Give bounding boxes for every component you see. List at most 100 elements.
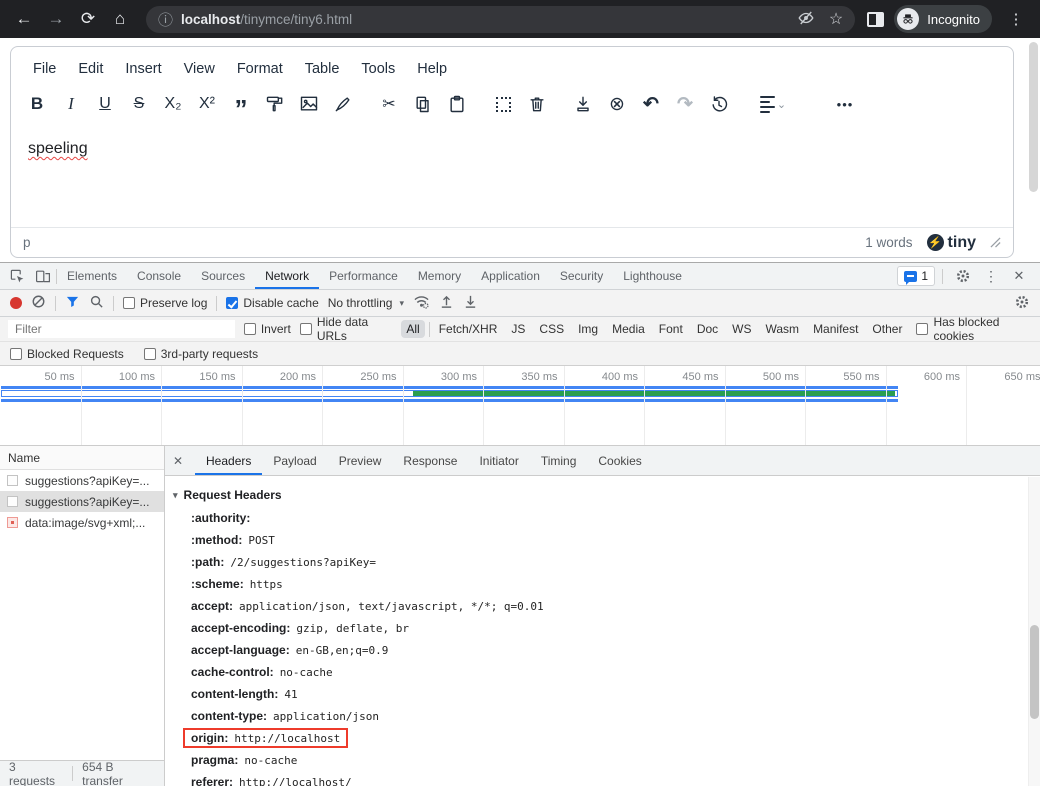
filter-type-media[interactable]: Media — [607, 320, 650, 338]
blockquote-icon[interactable]: ” — [227, 91, 255, 117]
menu-table[interactable]: Table — [297, 57, 348, 81]
image-icon[interactable] — [295, 91, 323, 117]
name-column-header[interactable]: Name — [0, 446, 164, 470]
incognito-badge[interactable]: Incognito — [894, 5, 992, 33]
detail-tab-payload[interactable]: Payload — [262, 446, 327, 475]
home-icon[interactable]: ⌂ — [106, 5, 134, 33]
menu-view[interactable]: View — [176, 57, 223, 81]
subscript-icon[interactable]: X₂ — [159, 91, 187, 117]
download-icon[interactable] — [569, 91, 597, 117]
detail-tab-headers[interactable]: Headers — [195, 446, 262, 475]
browser-menu-icon[interactable]: ⋮ — [1002, 5, 1030, 33]
word-count[interactable]: 1 words — [865, 235, 912, 250]
url-text[interactable]: localhost/tinymce/tiny6.html — [181, 12, 789, 27]
request-row[interactable]: suggestions?apiKey=... — [0, 470, 164, 491]
network-conditions-icon[interactable] — [413, 294, 430, 312]
forward-icon[interactable]: → — [42, 5, 70, 33]
filter-type-doc[interactable]: Doc — [692, 320, 723, 338]
has-blocked-cookies-checkbox[interactable]: Has blocked cookies — [916, 315, 1032, 343]
detail-tab-initiator[interactable]: Initiator — [468, 446, 529, 475]
resize-handle-icon[interactable] — [990, 237, 1001, 248]
network-settings-gear-icon[interactable] — [1014, 294, 1030, 313]
address-bar[interactable]: ⓘ localhost/tinymce/tiny6.html ☆ — [146, 6, 855, 33]
menu-help[interactable]: Help — [409, 57, 455, 81]
devtools-close-icon[interactable]: ✕ — [1006, 268, 1032, 284]
inspect-element-icon[interactable] — [4, 263, 30, 289]
request-headers-section[interactable]: ▾ Request Headers — [173, 483, 1016, 507]
filter-funnel-icon[interactable] — [65, 294, 80, 312]
filter-type-js[interactable]: JS — [506, 320, 530, 338]
import-har-icon[interactable] — [439, 294, 454, 312]
export-har-icon[interactable] — [463, 294, 478, 312]
filter-type-fetchxhr[interactable]: Fetch/XHR — [434, 320, 503, 338]
clear-icon[interactable] — [31, 294, 46, 312]
detail-scrollbar[interactable] — [1028, 477, 1040, 786]
third-party-requests-checkbox[interactable]: 3rd-party requests — [144, 347, 258, 361]
site-info-icon[interactable]: ⓘ — [158, 9, 173, 30]
tab-sources[interactable]: Sources — [191, 263, 255, 289]
reload-icon[interactable]: ⟳ — [74, 5, 102, 33]
underline-icon[interactable]: U — [91, 91, 119, 117]
network-overview-timeline[interactable]: 50 ms100 ms150 ms200 ms250 ms300 ms350 m… — [0, 366, 1040, 446]
redo-icon[interactable]: ↷ — [671, 91, 699, 117]
tab-security[interactable]: Security — [550, 263, 613, 289]
strikethrough-icon[interactable]: S — [125, 91, 153, 117]
filter-type-css[interactable]: CSS — [534, 320, 569, 338]
tab-console[interactable]: Console — [127, 263, 191, 289]
menu-format[interactable]: Format — [229, 57, 291, 81]
page-scrollbar[interactable] — [1029, 42, 1038, 192]
invert-checkbox[interactable]: Invert — [244, 322, 291, 336]
superscript-icon[interactable]: X² — [193, 91, 221, 117]
tab-network[interactable]: Network — [255, 263, 319, 289]
filter-input[interactable] — [8, 320, 235, 338]
filter-type-font[interactable]: Font — [654, 320, 688, 338]
record-icon[interactable] — [10, 297, 22, 309]
issues-badge[interactable]: 1 — [897, 266, 935, 286]
device-toolbar-icon[interactable] — [30, 263, 56, 289]
restore-draft-icon[interactable] — [705, 91, 733, 117]
disable-cache-checkbox[interactable]: Disable cache — [226, 296, 318, 310]
menu-edit[interactable]: Edit — [70, 57, 111, 81]
detail-tab-response[interactable]: Response — [392, 446, 468, 475]
preserve-log-checkbox[interactable]: Preserve log — [123, 296, 207, 310]
italic-icon[interactable]: I — [57, 91, 85, 117]
scrollbar-thumb[interactable] — [1030, 625, 1039, 719]
menu-tools[interactable]: Tools — [353, 57, 403, 81]
tab-performance[interactable]: Performance — [319, 263, 408, 289]
detail-tab-timing[interactable]: Timing — [530, 446, 588, 475]
filter-type-img[interactable]: Img — [573, 320, 603, 338]
search-icon[interactable] — [89, 294, 104, 312]
select-all-icon[interactable] — [489, 91, 517, 117]
detail-tab-preview[interactable]: Preview — [328, 446, 393, 475]
blocked-requests-checkbox[interactable]: Blocked Requests — [10, 347, 124, 361]
remove-icon[interactable]: ⊗ — [603, 91, 631, 117]
request-row[interactable]: data:image/svg+xml;... — [0, 512, 164, 533]
paste-icon[interactable] — [443, 91, 471, 117]
tab-elements[interactable]: Elements — [57, 263, 127, 289]
tab-application[interactable]: Application — [471, 263, 550, 289]
tab-memory[interactable]: Memory — [408, 263, 471, 289]
misspelled-word[interactable]: speeling — [28, 140, 88, 157]
filter-type-other[interactable]: Other — [867, 320, 907, 338]
cut-icon[interactable]: ✂ — [375, 91, 403, 117]
undo-icon[interactable]: ↶ — [637, 91, 665, 117]
side-panel-icon[interactable] — [867, 12, 884, 27]
copy-icon[interactable] — [409, 91, 437, 117]
editor-content-area[interactable]: speeling — [11, 127, 1013, 227]
filter-type-wasm[interactable]: Wasm — [761, 320, 805, 338]
format-painter-icon[interactable] — [261, 91, 289, 117]
hide-data-urls-checkbox[interactable]: Hide data URLs — [300, 315, 393, 343]
detail-close-icon[interactable]: ✕ — [173, 454, 195, 468]
more-options-icon[interactable]: ••• — [831, 91, 859, 117]
menu-insert[interactable]: Insert — [117, 57, 169, 81]
delete-icon[interactable] — [523, 91, 551, 117]
filter-type-manifest[interactable]: Manifest — [808, 320, 863, 338]
filter-type-ws[interactable]: WS — [727, 320, 756, 338]
element-path[interactable]: p — [23, 235, 31, 250]
brush-icon[interactable] — [329, 91, 357, 117]
settings-gear-icon[interactable] — [950, 268, 976, 284]
tab-lighthouse[interactable]: Lighthouse — [613, 263, 692, 289]
bookmark-star-icon[interactable]: ☆ — [829, 9, 843, 29]
eye-blocked-icon[interactable] — [797, 9, 815, 30]
back-icon[interactable]: ← — [10, 5, 38, 33]
